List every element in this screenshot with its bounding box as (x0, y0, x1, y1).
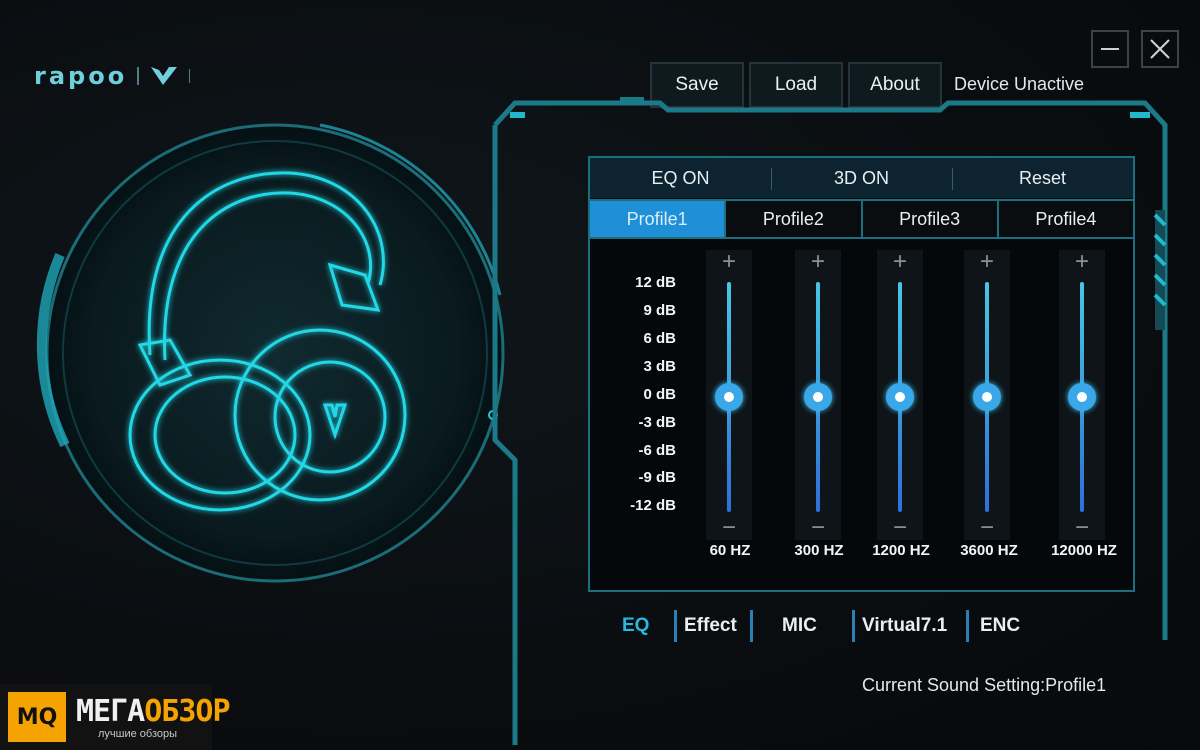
decrease-icon[interactable]: − (706, 516, 752, 540)
db-label: -6 dB (638, 442, 677, 459)
band-label: 1200 HZ (872, 542, 930, 559)
watermark-title: МЕГАОБЗОР (76, 694, 231, 729)
nav-divider (966, 610, 969, 642)
db-label: -3 dB (638, 414, 677, 431)
db-label: 3 dB (643, 358, 676, 375)
db-label: 12 dB (635, 274, 676, 291)
mode-bar: EQ ON 3D ON Reset (590, 158, 1133, 198)
slider-knob[interactable] (715, 383, 743, 411)
decrease-icon[interactable]: − (964, 516, 1010, 540)
nav-eq[interactable]: EQ (622, 608, 649, 644)
slider-knob[interactable] (886, 383, 914, 411)
watermark-title-b: ОБЗОР (144, 694, 230, 729)
eq-slider-12000hz[interactable]: + − (1059, 248, 1105, 540)
headset-illustration (36, 123, 505, 583)
V-logo-icon (151, 67, 178, 85)
watermark-logo: MQ (8, 692, 66, 742)
nav-divider (674, 610, 677, 642)
eq-slider-60hz[interactable]: + − (706, 248, 752, 540)
save-button[interactable]: Save (650, 62, 744, 108)
eq-toggle-button[interactable]: EQ ON (590, 158, 771, 198)
band-label: 300 HZ (794, 542, 844, 559)
device-status: Device Unactive (954, 74, 1085, 94)
brand-logo: rapoo (34, 62, 191, 90)
nav-enc[interactable]: ENC (980, 608, 1020, 644)
nav-effect[interactable]: Effect (684, 608, 737, 644)
tab-profile4[interactable]: Profile4 (998, 199, 1133, 239)
increase-icon[interactable]: + (1059, 248, 1105, 276)
logo-divider (137, 67, 140, 85)
eq-panel: EQ ON 3D ON Reset Profile1 Profile2 Prof… (588, 156, 1135, 592)
band-label: 60 HZ (709, 542, 751, 559)
app-window: rapoo Save Load About Device Unactive EQ… (0, 0, 1200, 750)
slider-knob[interactable] (973, 383, 1001, 411)
nav-mic[interactable]: MIC (782, 608, 817, 644)
db-label: 0 dB (643, 386, 676, 403)
db-label: 6 dB (643, 330, 676, 347)
tab-profile1[interactable]: Profile1 (590, 199, 727, 239)
minimize-icon (1101, 48, 1119, 50)
db-label: 9 dB (643, 302, 676, 319)
db-label: -9 dB (638, 469, 677, 486)
about-button[interactable]: About (848, 62, 942, 108)
increase-icon[interactable]: + (706, 248, 752, 276)
brand-wordmark: rapoo (34, 62, 128, 90)
band-label: 3600 HZ (960, 542, 1018, 559)
eq-slider-300hz[interactable]: + − (795, 248, 841, 540)
profile-tabs: Profile1 Profile2 Profile3 Profile4 (590, 199, 1133, 239)
watermark-title-a: МЕГА (76, 694, 145, 729)
nav-virtual71[interactable]: Virtual7.1 (862, 608, 947, 644)
eq-slider-1200hz[interactable]: + − (877, 248, 923, 540)
slider-knob[interactable] (804, 383, 832, 411)
increase-icon[interactable]: + (795, 248, 841, 276)
current-sound-setting: Current Sound Setting:Profile1 (862, 675, 1107, 695)
watermark: MQ МЕГАОБЗОР лучшие обзоры (0, 684, 231, 750)
watermark-subtitle: лучшие обзоры (98, 728, 178, 740)
load-button[interactable]: Load (749, 62, 843, 108)
3d-toggle-button[interactable]: 3D ON (771, 158, 952, 198)
reset-button[interactable]: Reset (952, 158, 1133, 198)
tab-profile2[interactable]: Profile2 (726, 199, 863, 239)
increase-icon[interactable]: + (877, 248, 923, 276)
close-button[interactable] (1141, 30, 1179, 68)
db-label: -12 dB (630, 497, 676, 514)
decrease-icon[interactable]: − (877, 516, 923, 540)
minimize-button[interactable] (1091, 30, 1129, 68)
decrease-icon[interactable]: − (1059, 516, 1105, 540)
increase-icon[interactable]: + (964, 248, 1010, 276)
nav-divider (750, 610, 753, 642)
nav-divider (852, 610, 855, 642)
band-label: 12000 HZ (1051, 542, 1117, 559)
eq-slider-3600hz[interactable]: + − (964, 248, 1010, 540)
tab-profile3[interactable]: Profile3 (862, 199, 999, 239)
slider-knob[interactable] (1068, 383, 1096, 411)
logo-divider-2 (189, 69, 191, 83)
decrease-icon[interactable]: − (795, 516, 841, 540)
close-icon (1150, 39, 1170, 59)
